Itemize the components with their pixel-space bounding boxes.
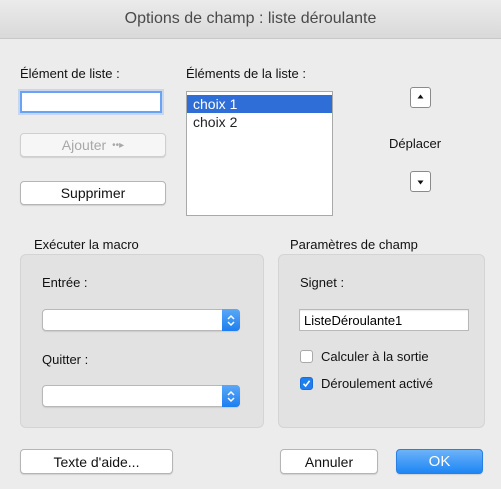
field-settings-title: Paramètres de champ [290, 237, 418, 252]
add-button-label: Ajouter [61, 137, 107, 153]
list-item-choix-1[interactable]: choix 1 [187, 95, 332, 113]
move-down-button[interactable] [410, 171, 431, 192]
arrow-up-icon [417, 94, 424, 99]
calculate-on-exit-checkbox[interactable] [300, 350, 313, 363]
help-text-button[interactable]: Texte d'aide... [20, 449, 173, 474]
calculate-on-exit-label: Calculer à la sortie [321, 349, 429, 364]
bookmark-label: Signet : [300, 275, 345, 290]
add-button[interactable]: Ajouter ••▸ [20, 133, 166, 157]
help-text-button-label: Texte d'aide... [53, 453, 140, 470]
dropdown-enabled-checkbox[interactable] [300, 377, 313, 390]
exit-macro-label: Quitter : [42, 352, 89, 367]
move-up-button[interactable] [410, 87, 431, 108]
ok-button-label: OK [428, 453, 451, 470]
exit-macro-select[interactable] [42, 385, 240, 407]
ok-button[interactable]: OK [396, 449, 483, 474]
macro-group-title: Exécuter la macro [34, 237, 139, 252]
remove-button[interactable]: Supprimer [20, 181, 166, 205]
select-arrows-icon [222, 385, 240, 407]
arrow-right-icon: ••▸ [112, 139, 125, 151]
bookmark-input[interactable] [299, 309, 469, 331]
entry-macro-select[interactable] [42, 309, 240, 331]
entry-macro-label: Entrée : [42, 275, 88, 290]
checkmark-icon [302, 380, 311, 388]
move-label: Déplacer [389, 136, 442, 151]
list-item-input[interactable] [20, 91, 162, 113]
list-item-choix-2[interactable]: choix 2 [187, 113, 332, 131]
list-items-label: Éléments de la liste : [186, 66, 306, 81]
list-items-listbox[interactable]: choix 1 choix 2 [186, 91, 333, 216]
remove-button-label: Supprimer [60, 185, 126, 201]
dropdown-enabled-label: Déroulement activé [321, 376, 433, 391]
select-arrows-icon [222, 309, 240, 331]
cancel-button[interactable]: Annuler [280, 449, 378, 474]
dropdown-enabled-checkbox-row[interactable]: Déroulement activé [300, 376, 433, 391]
calculate-on-exit-checkbox-row[interactable]: Calculer à la sortie [300, 349, 429, 364]
window-titlebar: Options de champ : liste déroulante [0, 0, 501, 39]
window-title: Options de champ : liste déroulante [124, 10, 377, 27]
arrow-down-icon [417, 180, 424, 185]
list-item-label: Élément de liste : [20, 66, 120, 81]
cancel-button-label: Annuler [304, 453, 354, 470]
